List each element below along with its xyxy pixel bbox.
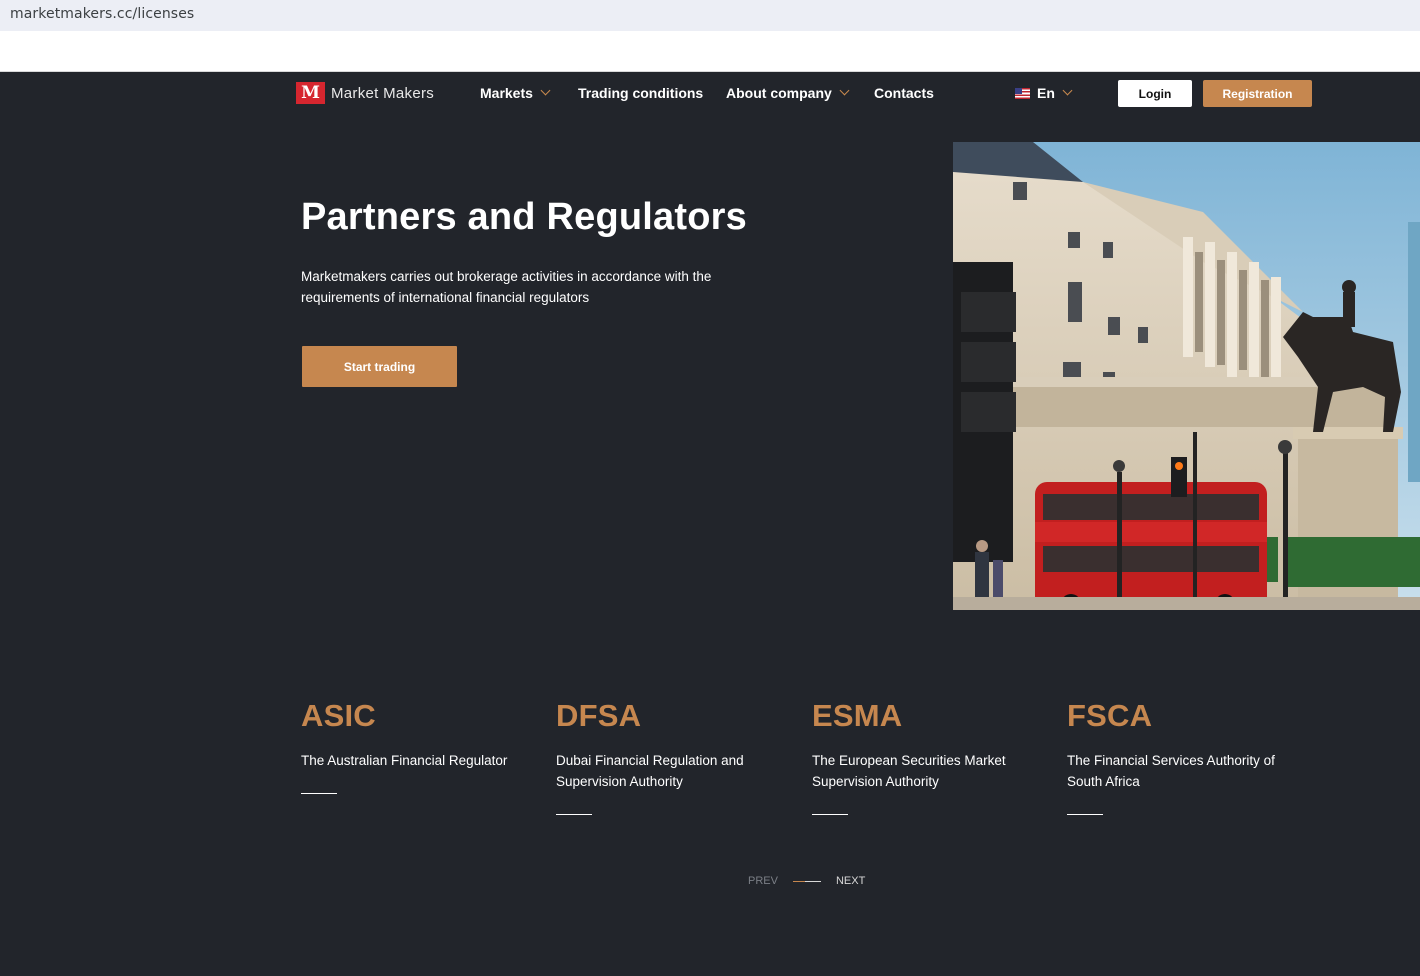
regulator-name: The European Securities Market Supervisi…: [812, 753, 1006, 789]
browser-toolbar-blank: [0, 31, 1420, 72]
login-button[interactable]: Login: [1118, 80, 1192, 107]
regulator-card-dfsa: DFSA Dubai Financial Regulation and Supe…: [556, 698, 796, 815]
carousel-pager: PREV NEXT: [748, 875, 865, 887]
hero-description: Marketmakers carries out brokerage activ…: [301, 269, 712, 305]
us-flag-icon: [1015, 87, 1030, 99]
nav-trading-conditions[interactable]: Trading conditions: [578, 85, 703, 101]
browser-url[interactable]: marketmakers.cc/licenses: [10, 6, 194, 22]
nav-markets[interactable]: Markets: [480, 85, 551, 101]
regulator-name: The Australian Financial Regulator: [301, 753, 508, 768]
page-title: Partners and Regulators: [301, 196, 747, 238]
language-selector[interactable]: En: [1015, 85, 1073, 101]
site-header: M Market Makers Markets Trading conditio…: [0, 72, 1420, 116]
prev-button[interactable]: PREV: [748, 875, 778, 887]
next-button[interactable]: NEXT: [836, 875, 865, 887]
nav-about-company[interactable]: About company: [726, 85, 850, 101]
divider-line: [812, 814, 848, 815]
browser-url-bar[interactable]: marketmakers.cc/licenses: [0, 0, 1420, 31]
regulator-card-fsca: FSCA The Financial Services Authority of…: [1067, 698, 1307, 815]
logo-text: Market Makers: [331, 84, 435, 102]
regulator-code: ESMA: [812, 698, 903, 733]
hero-image-bank-of-england: [953, 142, 1420, 610]
registration-button[interactable]: Registration: [1203, 80, 1312, 107]
regulator-code: FSCA: [1067, 698, 1153, 733]
regulator-code: DFSA: [556, 698, 642, 733]
nav-trading-conditions-label: Trading conditions: [578, 85, 704, 101]
divider-line: [301, 793, 337, 794]
divider-line: [556, 814, 592, 815]
nav-markets-label: Markets: [480, 85, 533, 101]
regulator-code: ASIC: [301, 698, 376, 733]
regulator-name: The Financial Services Authority of Sout…: [1067, 753, 1275, 789]
divider-line: [1067, 814, 1103, 815]
chevron-down-icon: [540, 85, 551, 96]
site-logo[interactable]: M Market Makers: [296, 82, 434, 104]
logo-mark: M: [296, 82, 325, 104]
regulator-card-esma: ESMA The European Securities Market Supe…: [812, 698, 1052, 815]
chevron-down-icon: [1062, 85, 1073, 96]
pager-progress-line: [792, 880, 821, 882]
regulator-name: Dubai Financial Regulation and Supervisi…: [556, 753, 744, 789]
chevron-down-icon: [839, 85, 850, 96]
nav-contacts[interactable]: Contacts: [874, 85, 934, 101]
language-label: En: [1037, 85, 1055, 101]
start-trading-button[interactable]: Start trading: [302, 346, 457, 387]
regulator-card-asic: ASIC The Australian Financial Regulator: [301, 698, 541, 794]
nav-contacts-label: Contacts: [874, 85, 934, 101]
nav-about-company-label: About company: [726, 85, 832, 101]
